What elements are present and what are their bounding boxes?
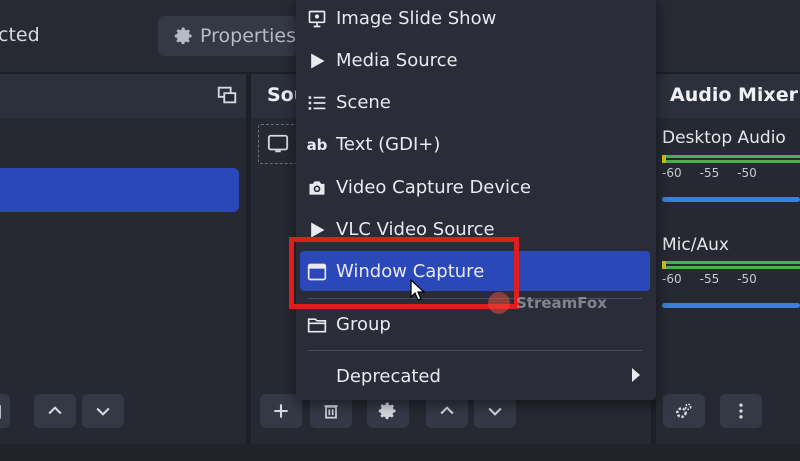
source-list-item[interactable] [258,124,298,164]
mixer-settings-button[interactable] [663,394,705,428]
chevron-down-icon [488,407,502,416]
trash-icon [324,405,338,419]
text-ab-icon: ab [306,136,328,154]
add-source-button[interactable] [260,394,302,428]
menu-item-label: Deprecated [336,365,441,387]
scenes-panel [0,74,246,444]
gear-icon [174,27,192,45]
plus-icon [274,404,288,418]
scale-label: -60 [662,166,682,180]
folder-icon [306,314,328,336]
submenu-arrow-icon [632,368,640,382]
scale-label: -55 [699,272,720,286]
menu-item-label: Media Source [336,49,458,71]
mixer-channel-name: Desktop Audio [662,128,786,148]
scale-label: -50 [737,166,757,180]
scenes-panel-header [0,74,246,118]
menu-item-label: Video Capture Device [336,176,532,198]
kebab-menu-icon [739,403,743,419]
scale-label: -50 [737,272,757,286]
audio-mixer-title: Audio Mixer [656,74,800,118]
chevron-up-icon [440,406,454,415]
menu-separator [308,350,642,351]
list-icon [306,92,328,114]
watermark-text: StreamFox [516,294,607,312]
mixer-channel-name: Mic/Aux [662,235,729,255]
volume-fader[interactable] [662,303,800,308]
selection-status-text: cted [0,24,40,46]
gear-icon [378,402,396,420]
mixer-menu-button[interactable] [720,394,762,428]
remove-scene-button[interactable] [0,394,10,428]
annotation-highlight-box [289,237,519,309]
properties-button[interactable]: Properties [158,16,298,56]
gears-icon [676,403,692,419]
menu-item-media-source[interactable]: Media Source [300,40,650,80]
add-source-context-menu: Image Slide Show Media Source Scene ab T… [296,0,656,400]
menu-item-image-slide-show[interactable]: Image Slide Show [300,0,650,38]
menu-item-label: Image Slide Show [336,7,497,29]
menu-item-label: Group [336,313,391,335]
menu-item-scene[interactable]: Scene [300,82,650,122]
chevron-up-icon [48,406,62,415]
menu-item-text-gdi[interactable]: ab Text (GDI+) [300,124,650,164]
meter-scale: -60 -55 -50 [662,272,757,286]
menu-item-deprecated[interactable]: Deprecated [300,356,650,396]
undock-icon[interactable] [216,84,238,106]
trash-icon [0,405,1,419]
menu-item-video-capture-device[interactable]: Video Capture Device [300,167,650,207]
selected-scene-row[interactable] [0,168,239,212]
scale-label: -55 [699,166,720,180]
move-scene-down-button[interactable] [82,394,124,428]
mouse-cursor-icon [410,279,426,301]
slideshow-icon [306,8,328,30]
chevron-down-icon [96,407,110,416]
play-icon [306,50,328,72]
menu-item-label: Text (GDI+) [336,133,441,155]
scale-label: -60 [662,272,682,286]
move-scene-up-button[interactable] [34,394,76,428]
properties-label: Properties [200,25,297,47]
volume-meter [662,261,800,269]
display-icon [267,134,289,153]
menu-item-label: Scene [336,91,391,113]
watermark-logo-icon [488,292,510,314]
volume-meter [662,155,800,163]
watermark: StreamFox [488,292,607,314]
status-bar [0,444,800,461]
camera-icon [306,177,328,199]
volume-fader[interactable] [662,197,800,202]
meter-scale: -60 -55 -50 [662,166,757,180]
